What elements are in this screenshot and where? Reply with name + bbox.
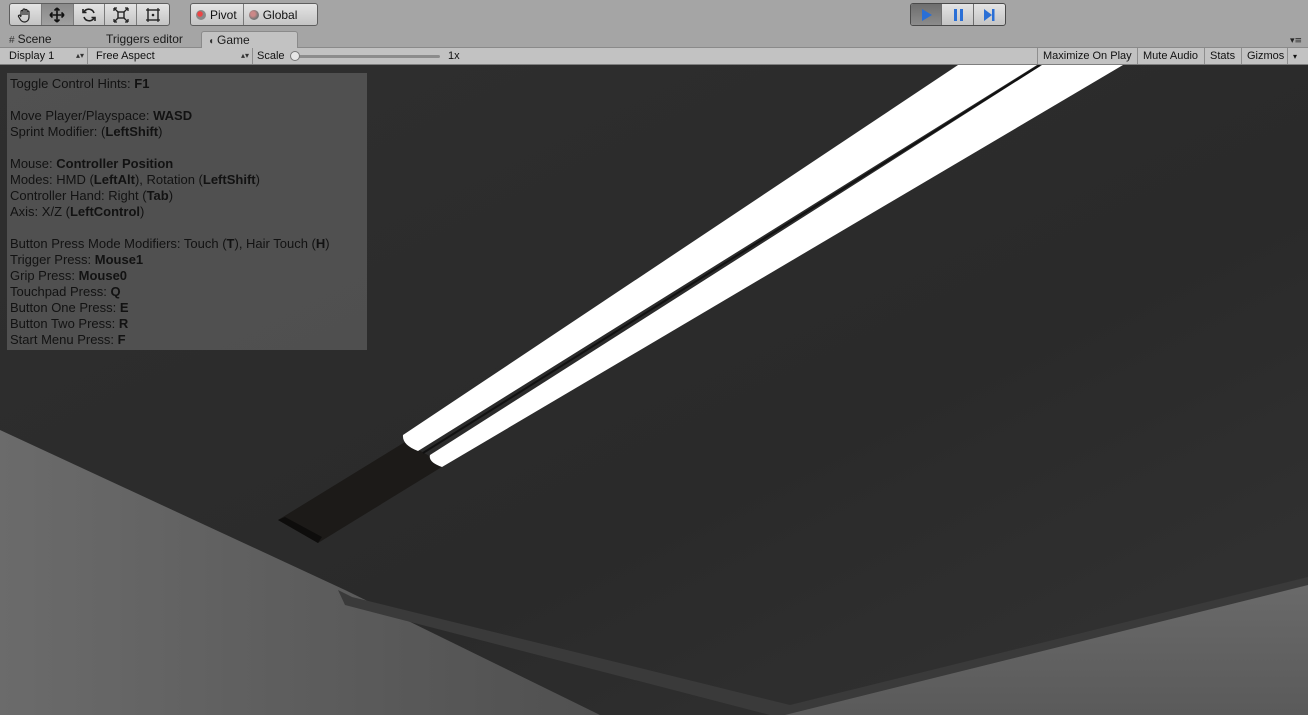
playback-controls bbox=[910, 3, 1006, 26]
global-label: Global bbox=[262, 7, 298, 22]
play-button[interactable] bbox=[911, 4, 943, 25]
hint-touchpad: Touchpad Press: Q bbox=[10, 284, 121, 299]
hand-icon bbox=[18, 7, 30, 23]
maximize-on-play-button[interactable]: Maximize On Play bbox=[1037, 48, 1137, 64]
tab-game[interactable]: ◖ Game bbox=[201, 31, 298, 48]
tab-scene-label: Scene bbox=[17, 32, 52, 46]
unity-editor-window: Pivot Global # Scene Triggers editor ◖ G… bbox=[0, 0, 1308, 715]
tab-game-label: Game bbox=[217, 33, 250, 47]
scale-value: 1x bbox=[448, 50, 460, 62]
hint-button-press-mode: Button Press Mode Modifiers: Touch (T), … bbox=[10, 236, 330, 251]
hand-tool-button[interactable] bbox=[10, 4, 42, 25]
control-hints-panel: Toggle Control Hints: F1 Move Player/Pla… bbox=[7, 73, 367, 350]
hint-grip: Grip Press: Mouse0 bbox=[10, 268, 128, 283]
globe-icon bbox=[248, 9, 259, 20]
hint-toggle: Toggle Control Hints: F1 bbox=[10, 76, 150, 91]
maximize-label: Maximize On Play bbox=[1043, 50, 1132, 62]
display-dropdown[interactable]: Display 1 ▴▾ bbox=[4, 48, 88, 64]
step-icon bbox=[984, 8, 995, 21]
tab-triggers-editor[interactable]: Triggers editor bbox=[100, 31, 189, 48]
pivot-mode-group: Pivot Global bbox=[190, 3, 318, 26]
rect-tool-button[interactable] bbox=[137, 4, 169, 25]
grid-icon: # bbox=[9, 35, 15, 46]
tab-scene[interactable]: # Scene bbox=[3, 31, 58, 48]
global-button[interactable]: Global bbox=[244, 4, 304, 25]
rotate-tool-button[interactable] bbox=[74, 4, 106, 25]
step-button[interactable] bbox=[974, 4, 1005, 25]
move-arrows-icon bbox=[49, 6, 65, 23]
hint-mouse: Mouse: Controller Position bbox=[10, 156, 174, 171]
scale-label: Scale bbox=[257, 50, 285, 62]
hint-axis: Axis: X/Z (LeftControl) bbox=[10, 204, 145, 219]
pivot-label: Pivot bbox=[210, 7, 237, 22]
chevron-down-icon: ▾ bbox=[1293, 52, 1298, 61]
hint-move: Move Player/Playspace: WASD bbox=[10, 108, 193, 123]
dropdown-arrow-icon: ▴▾ bbox=[240, 51, 249, 60]
mute-audio-button[interactable]: Mute Audio bbox=[1137, 48, 1203, 64]
hint-button-two: Button Two Press: R bbox=[10, 316, 129, 331]
hint-sprint: Sprint Modifier: (LeftShift) bbox=[10, 124, 163, 139]
game-view-toolbar: Display 1 ▴▾ Free Aspect ▴▾ Scale 1x Max… bbox=[0, 48, 1308, 65]
hint-controller-hand: Controller Hand: Right (Tab) bbox=[10, 188, 174, 203]
scale-slider-handle[interactable] bbox=[290, 51, 300, 61]
tab-triggers-label: Triggers editor bbox=[106, 32, 183, 46]
hint-start-menu: Start Menu Press: F bbox=[10, 332, 126, 347]
aspect-value: Free Aspect bbox=[96, 50, 155, 62]
gizmos-button[interactable]: Gizmos bbox=[1241, 48, 1289, 64]
hint-modes: Modes: HMD (LeftAlt), Rotation (LeftShif… bbox=[10, 172, 260, 187]
dropdown-arrow-icon: ▴▾ bbox=[75, 51, 84, 60]
rotate-icon bbox=[82, 7, 96, 22]
play-icon bbox=[922, 8, 933, 21]
rect-transform-icon bbox=[146, 7, 161, 22]
scale-icon bbox=[113, 6, 129, 23]
transform-tools bbox=[9, 3, 170, 26]
pause-button[interactable] bbox=[942, 4, 974, 25]
editor-tab-bar: # Scene Triggers editor ◖ Game ▾≡ bbox=[0, 31, 1308, 48]
display-value: Display 1 bbox=[9, 50, 55, 62]
pivot-button[interactable]: Pivot bbox=[191, 4, 244, 25]
aspect-dropdown[interactable]: Free Aspect ▴▾ bbox=[91, 48, 253, 64]
gizmos-label: Gizmos bbox=[1247, 50, 1285, 62]
main-toolbar: Pivot Global bbox=[0, 0, 1308, 31]
pause-icon bbox=[953, 8, 963, 21]
stats-label: Stats bbox=[1210, 50, 1236, 62]
hint-trigger: Trigger Press: Mouse1 bbox=[10, 252, 144, 267]
gizmos-dropdown-arrow[interactable]: ▾ bbox=[1287, 48, 1302, 64]
mute-label: Mute Audio bbox=[1143, 50, 1199, 62]
hint-button-one: Button One Press: E bbox=[10, 300, 129, 315]
scale-slider-track[interactable] bbox=[293, 55, 440, 58]
move-tool-button[interactable] bbox=[41, 4, 74, 25]
tab-menu-icon[interactable]: ▾≡ bbox=[1290, 36, 1302, 46]
stats-button[interactable]: Stats bbox=[1204, 48, 1240, 64]
game-viewport[interactable]: Toggle Control Hints: F1 Move Player/Pla… bbox=[0, 65, 1308, 715]
scale-tool-button[interactable] bbox=[105, 4, 138, 25]
pivot-icon bbox=[196, 9, 206, 20]
